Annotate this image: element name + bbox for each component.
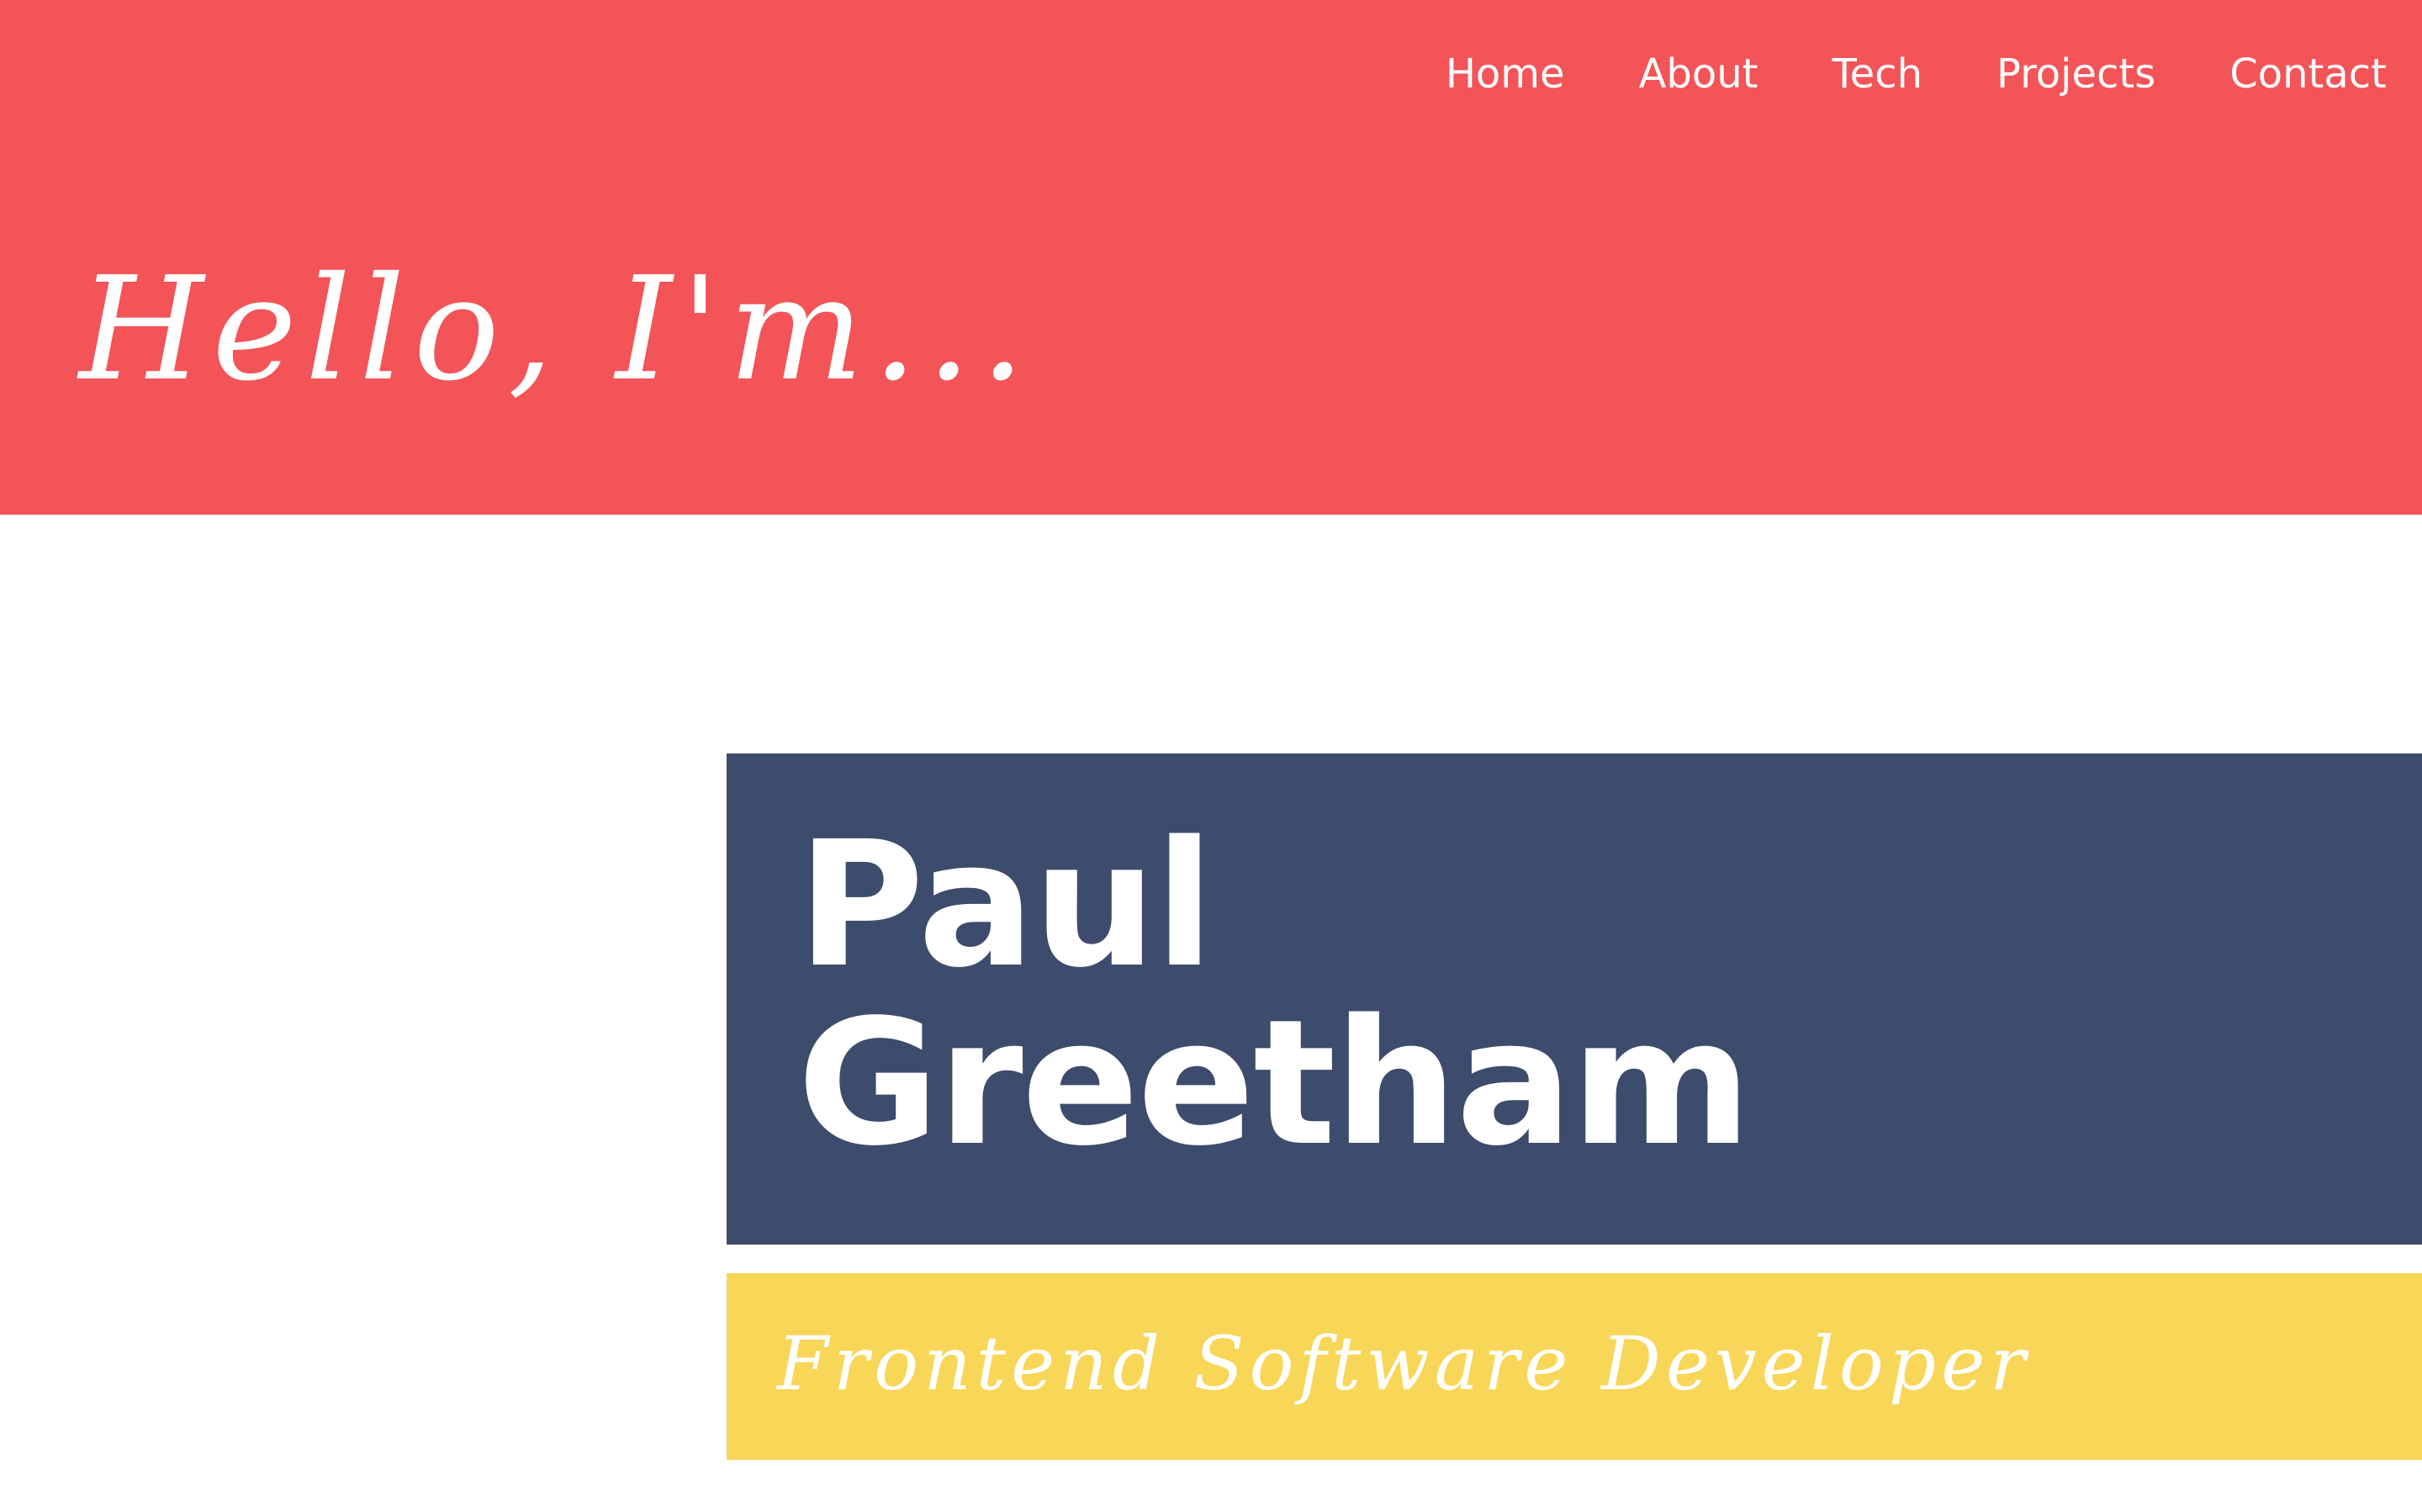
main-nav: Home About Tech Projects Contact: [1446, 49, 2387, 99]
role-strip: Frontend Software Developer: [727, 1273, 2422, 1460]
last-name: Greetham: [797, 982, 1752, 1184]
greeting-text: Hello, I'm...: [79, 246, 1034, 413]
nav-link-contact[interactable]: Contact: [2229, 49, 2387, 99]
role-title: Frontend Software Developer: [777, 1320, 2031, 1407]
nav-link-tech[interactable]: Tech: [1832, 49, 1923, 99]
nav-link-about[interactable]: About: [1639, 49, 1758, 99]
nav-link-projects[interactable]: Projects: [1996, 49, 2155, 99]
name-card: Paul Greetham: [727, 753, 2422, 1245]
first-name: Paul: [797, 804, 1214, 1006]
nav-link-home[interactable]: Home: [1446, 49, 1565, 99]
hero-header: Home About Tech Projects Contact Hello, …: [0, 0, 2422, 515]
